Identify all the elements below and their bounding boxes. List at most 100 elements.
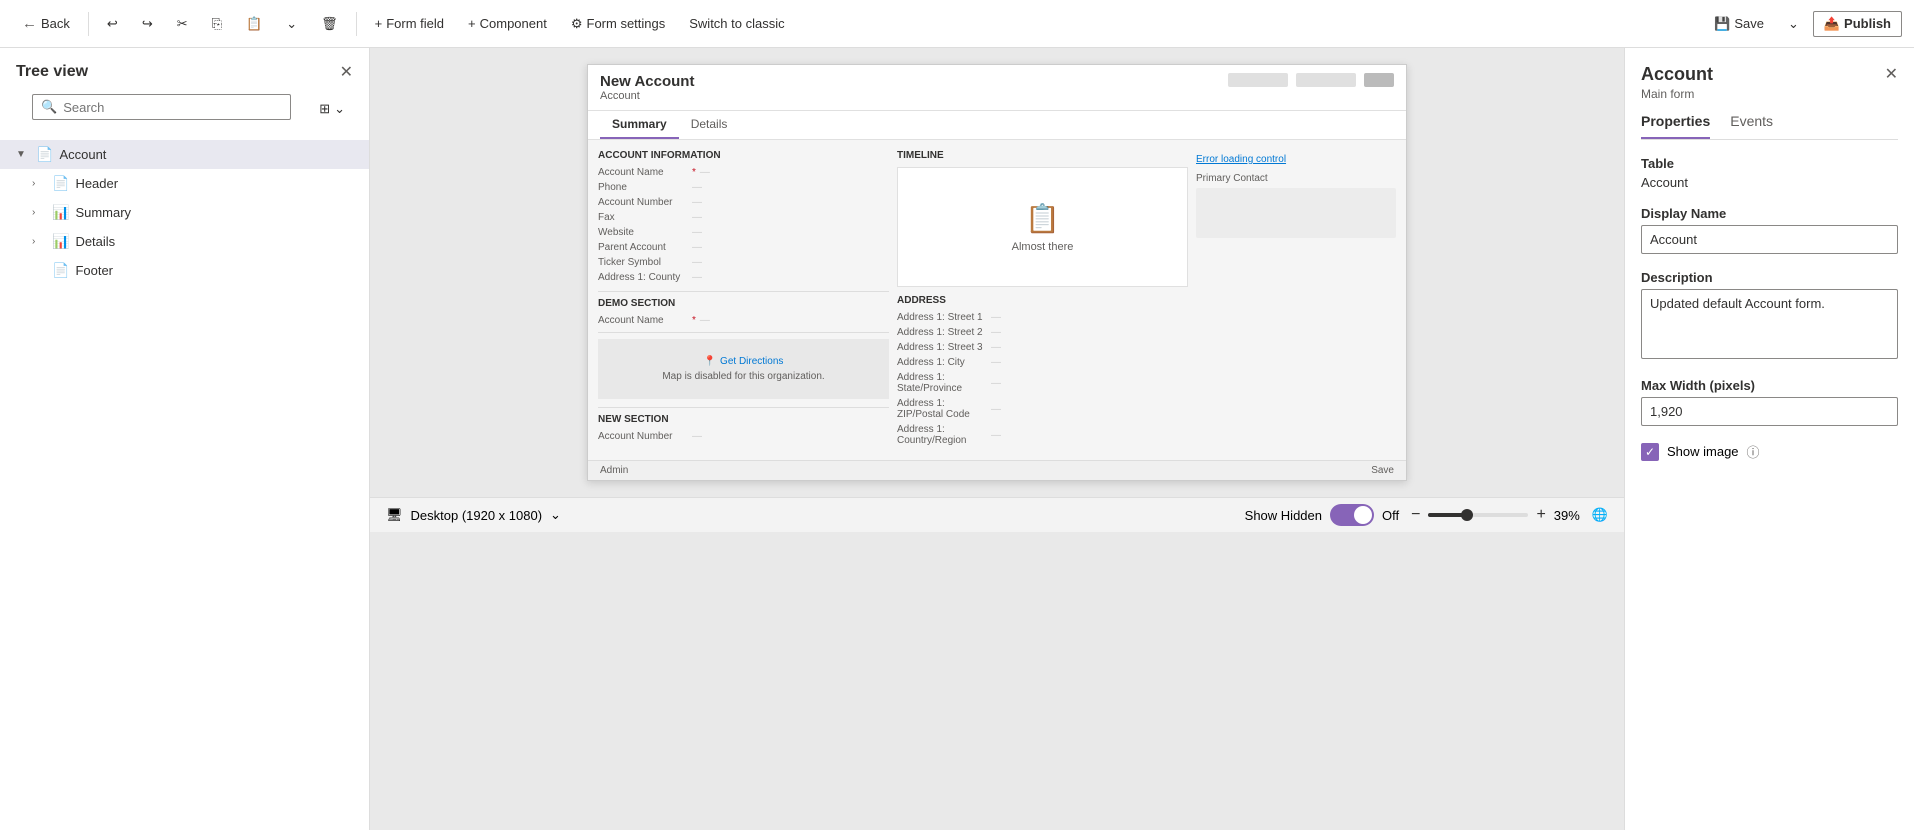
component-button[interactable]: + Component [458,12,557,35]
timeline-label: Almost there [1012,241,1074,253]
error-loading-link[interactable]: Error loading control [1196,154,1286,165]
switch-classic-label: Switch to classic [689,16,784,31]
paste-dropdown-button[interactable]: ⌄ [276,12,307,36]
field-label-state: Address 1: State/Province [897,372,987,394]
field-street2: Address 1: Street 2 — [897,327,1188,338]
field-dash: — [700,167,889,178]
timeline-box: 📋 Almost there [897,167,1188,287]
show-image-checkbox[interactable]: ✓ [1641,443,1659,461]
primary-contact-label: Primary Contact [1196,173,1396,184]
back-button[interactable]: ← Back [12,11,80,36]
field-state: Address 1: State/Province — [897,372,1188,394]
sidebar-item-details[interactable]: › 📊 Details [0,227,369,256]
demo-section: Demo Section Account Name * — [598,291,889,326]
primary-contact-section: Primary Contact [1196,173,1396,238]
display-name-label: Display Name [1641,206,1898,221]
sidebar-close-button[interactable]: ✕ [340,62,353,82]
filter-button[interactable]: ⊞ ⌄ [311,99,353,119]
form-footer-right: Save [1371,465,1394,476]
desktop-chevron-icon: ⌄ [550,507,561,523]
zoom-slider[interactable] [1428,513,1528,517]
info-icon[interactable]: ⓘ [1747,442,1760,461]
tab-summary[interactable]: Summary [600,111,679,139]
delete-icon: 🗑 [321,16,338,32]
publish-button[interactable]: 📤 Publish [1813,11,1902,37]
canvas[interactable]: New Account Account Summary Details [370,48,1624,830]
sidebar-item-details-label: Details [75,234,115,249]
redo-button[interactable]: ↪ [132,12,163,36]
account-info-col: ACCOUNT INFORMATION Account Name * — Pho… [598,150,889,450]
description-textarea[interactable]: Updated default Account form. [1641,289,1898,359]
zoom-minus-button[interactable]: − [1411,506,1420,524]
show-image-row: ✓ Show image ⓘ [1641,442,1898,461]
form-field-button[interactable]: + Form field [365,12,454,35]
field-label-street2: Address 1: Street 2 [897,327,987,338]
employee-count-control [1296,73,1356,87]
show-hidden-label: Show Hidden [1245,508,1322,523]
right-panel-close-button[interactable]: ✕ [1885,64,1898,84]
field-country: Address 1: Country/Region — [897,424,1188,446]
save-icon: 💾 [1714,16,1730,32]
account-node-icon: 📄 [36,146,53,163]
demo-section-title: Demo Section [598,298,889,309]
form-footer-bar: Admin Save [588,460,1406,480]
header-extra-control [1364,73,1394,87]
field-label-account-number: Account Number [598,197,688,208]
zoom-level-label: 39% [1554,508,1580,523]
property-table-group: Table Account [1641,156,1898,190]
get-directions-label[interactable]: Get Directions [720,356,783,367]
save-button[interactable]: 💾 Save [1704,12,1774,36]
details-node-icon: 📊 [52,233,69,250]
field-label-county: Address 1: County [598,272,688,283]
field-label-account-name: Account Name [598,167,688,178]
dash-s3: — [991,342,1188,353]
tab-events[interactable]: Events [1730,105,1773,139]
tab-details[interactable]: Details [679,111,740,139]
display-name-input[interactable] [1641,225,1898,254]
filter-chevron-icon: ⌄ [334,101,345,117]
sidebar-item-summary[interactable]: › 📊 Summary [0,198,369,227]
description-label: Description [1641,270,1898,285]
sidebar-item-account-label: Account [59,147,106,162]
copy-button[interactable]: ⎘ [202,12,232,36]
new-section: New Section Account Number — [598,407,889,442]
max-width-input[interactable] [1641,397,1898,426]
new-section-title: New Section [598,414,889,425]
copy-icon: ⎘ [212,16,222,32]
property-display-name-group: Display Name [1641,206,1898,254]
paste-button[interactable]: 📋 [236,12,272,36]
field-dash-4: — [692,212,889,223]
search-input[interactable] [63,100,282,115]
sidebar-item-header-label: Header [75,176,118,191]
back-label: Back [41,16,70,31]
field-label-zip: Address 1: ZIP/Postal Code [897,398,987,420]
form-settings-button[interactable]: ⚙ Form settings [561,12,675,36]
tab-properties[interactable]: Properties [1641,105,1710,139]
zoom-plus-button[interactable]: + [1536,506,1545,524]
delete-button[interactable]: 🗑 [311,12,348,36]
sidebar-item-header[interactable]: › 📄 Header [0,169,369,198]
field-dash-6: — [692,242,889,253]
show-hidden-toggle[interactable] [1330,504,1374,526]
chevron-down-icon: ▼ [16,149,30,160]
main-toolbar: ← Back ↩ ↪ ✂ ⎘ 📋 ⌄ 🗑 + Form field + Comp… [0,0,1914,48]
address-title: ADDRESS [897,295,1188,306]
save-dropdown-button[interactable]: ⌄ [1778,12,1809,36]
undo-button[interactable]: ↩ [97,12,128,36]
chevron-down-icon: ⌄ [286,16,297,32]
check-icon: ✓ [1645,445,1655,459]
bottom-left: 🖥 Desktop (1920 x 1080) ⌄ [386,507,561,523]
search-icon: 🔍 [41,99,57,115]
component-label: Component [480,16,547,31]
cut-button[interactable]: ✂ [167,12,198,36]
sidebar-item-account[interactable]: ▼ 📄 Account [0,140,369,169]
form-field-label: Form field [386,16,444,31]
publish-icon: 📤 [1824,16,1840,32]
footer-node-icon: 📄 [52,262,69,279]
toggle-knob [1354,506,1372,524]
dash-city: — [991,357,1188,368]
sidebar-item-footer[interactable]: › 📄 Footer [0,256,369,285]
save-label: Save [1734,16,1764,31]
switch-classic-button[interactable]: Switch to classic [679,12,794,35]
back-icon: ← [22,15,37,32]
